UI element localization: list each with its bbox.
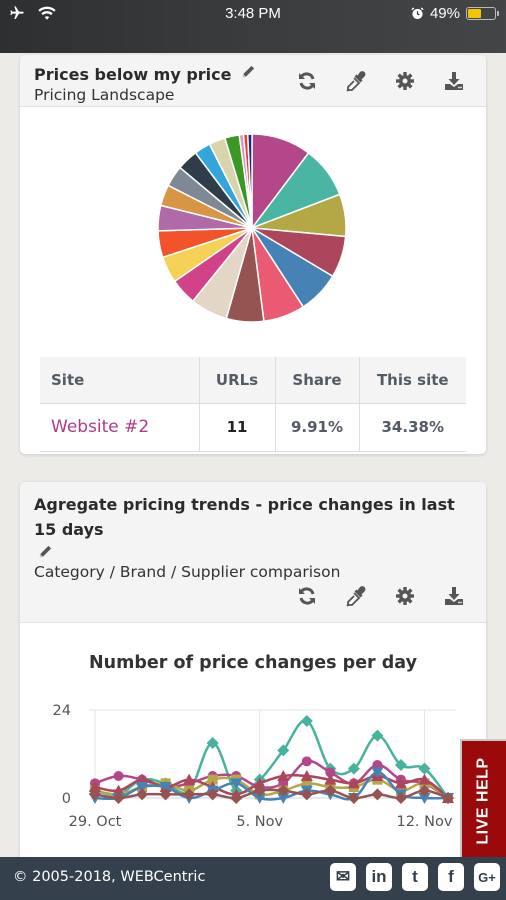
- facebook-icon[interactable]: f: [438, 863, 464, 891]
- gear-icon: [396, 72, 414, 90]
- x-tick-label: 5. Nov: [236, 814, 283, 830]
- x-tick-label: 12. Nov: [396, 814, 452, 830]
- status-bar: 3:48 PM 49%: [0, 0, 506, 53]
- card-title: Prices below my price: [34, 65, 232, 84]
- column-header-share[interactable]: Share: [275, 357, 360, 404]
- live-help-button[interactable]: LIVE HELP: [460, 739, 506, 863]
- battery-percent: 49%: [429, 5, 460, 22]
- copyright-text: © 2005-2018, WEBCentric: [13, 869, 206, 885]
- urls-cell: 11: [199, 403, 276, 452]
- edit-pencil-icon[interactable]: [241, 65, 255, 79]
- eyedropper-icon: [346, 71, 366, 92]
- data-point[interactable]: [371, 788, 384, 801]
- download-button[interactable]: [442, 69, 466, 93]
- refresh-icon: [299, 72, 315, 90]
- price-changes-line-chart: 29. Oct 5. Nov 12. Nov 24 0: [53, 703, 456, 830]
- x-tick-label: 29. Oct: [69, 814, 122, 830]
- data-point[interactable]: [301, 756, 312, 767]
- column-header-site[interactable]: Site: [40, 357, 200, 404]
- settings-button[interactable]: [393, 69, 417, 93]
- this-site-cell: 34.38%: [359, 403, 466, 452]
- email-icon[interactable]: ✉: [330, 863, 356, 891]
- color-picker-button[interactable]: [344, 69, 368, 93]
- battery-icon: [466, 7, 499, 20]
- live-help-label: LIVE HELP: [475, 757, 492, 845]
- pricing-pie-chart: [157, 133, 347, 323]
- download-icon: [445, 72, 463, 90]
- alarm-icon: [411, 7, 424, 20]
- share-cell: 9.91%: [275, 403, 360, 452]
- refresh-button[interactable]: [295, 69, 319, 93]
- pricing-trends-card: Agregate pricing trends - price changes …: [20, 482, 486, 862]
- y-tick-label: 0: [62, 791, 71, 807]
- card-header: Prices below my price Pricing Landscape: [20, 55, 486, 107]
- google-plus-icon[interactable]: G+: [474, 863, 500, 891]
- column-header-this-site[interactable]: This site: [359, 357, 466, 404]
- y-tick-label: 24: [53, 703, 71, 719]
- linkedin-icon[interactable]: in: [366, 863, 392, 891]
- sites-table: Site URLs Share This site Website #2 11 …: [40, 357, 466, 452]
- column-header-urls[interactable]: URLs: [199, 357, 276, 404]
- twitter-icon[interactable]: t: [402, 863, 428, 891]
- prices-below-my-price-card: Prices below my price Pricing Landscape …: [20, 55, 486, 454]
- data-point[interactable]: [113, 771, 124, 781]
- table-row: Website #2 11 9.91% 34.38%: [40, 403, 466, 452]
- site-link[interactable]: Website #2: [51, 417, 149, 437]
- table-header-row: Site URLs Share This site: [40, 357, 466, 404]
- footer: © 2005-2018, WEBCentric ✉ in t f G+: [0, 857, 506, 900]
- social-links: ✉ in t f G+: [330, 863, 500, 891]
